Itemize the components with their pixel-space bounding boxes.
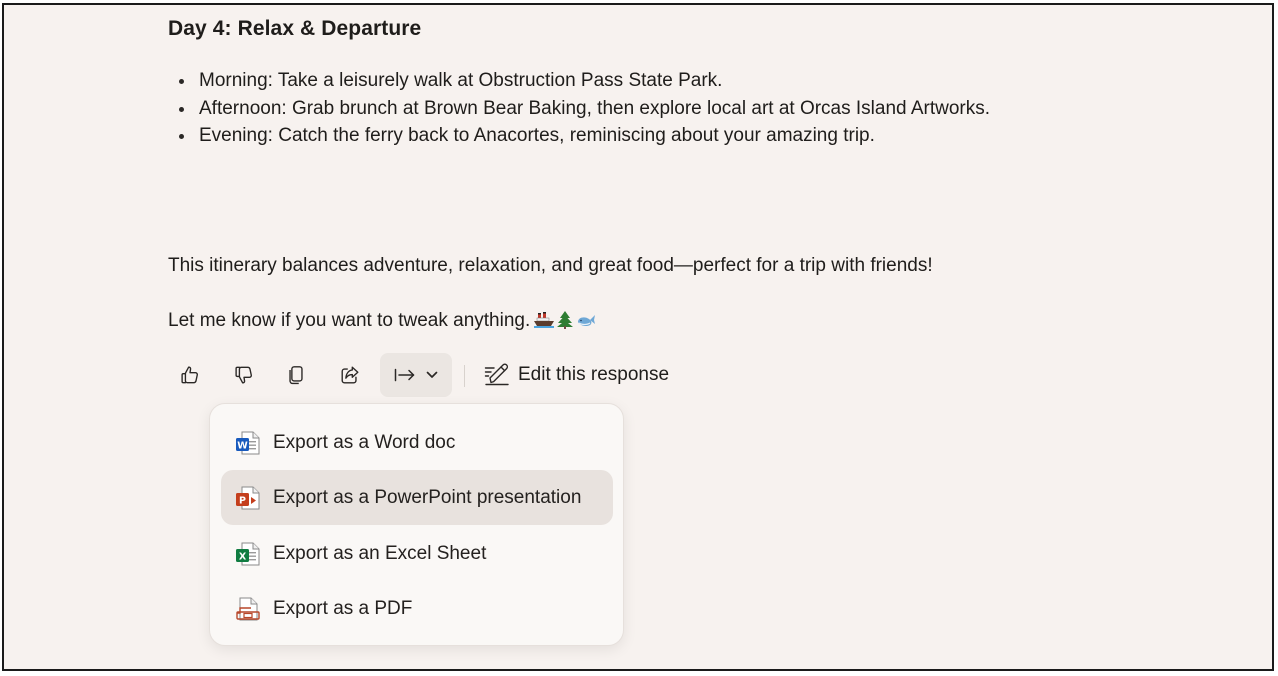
menu-item-export-pdf[interactable]: Export as a PDF [221, 581, 613, 636]
app-frame: Day 4: Relax & Departure Morning: Take a… [2, 3, 1274, 671]
response-toolbar: Edit this response [168, 351, 728, 397]
chevron-down-icon [426, 371, 438, 378]
thumbs-up-button[interactable] [168, 355, 212, 395]
svg-text:X: X [239, 551, 247, 562]
list-item-text: Afternoon: Grab brunch at Brown Bear Bak… [199, 97, 991, 119]
thumbs-down-icon [235, 366, 252, 384]
thumbs-down-button[interactable] [222, 355, 266, 395]
bullet-dot [179, 79, 184, 84]
edit-response-label: Edit this response [518, 364, 670, 385]
bullet-dot [179, 134, 184, 139]
menu-item-label: Export as a Word doc [273, 431, 456, 453]
toolbar-divider [464, 365, 465, 387]
emoji-group [534, 311, 596, 329]
export-dropdown-button[interactable] [380, 353, 452, 397]
export-menu: W Export as a Word doc P Export as a Pow… [209, 403, 624, 646]
itinerary-list: Morning: Take a leisurely walk at Obstru… [168, 67, 1028, 150]
list-item: Morning: Take a leisurely walk at Obstru… [168, 67, 1028, 95]
menu-item-label: Export as a PDF [273, 597, 413, 619]
menu-item-export-excel[interactable]: X Export as an Excel Sheet [221, 526, 613, 581]
closing-text: Let me know if you want to tweak anythin… [168, 310, 531, 331]
copy-button[interactable] [274, 355, 318, 395]
excel-sheet-icon: X [236, 542, 260, 565]
powerpoint-icon: P [236, 486, 260, 509]
menu-item-export-powerpoint[interactable]: P Export as a PowerPoint presentation [221, 470, 613, 525]
list-item-text: Evening: Catch the ferry back to Anacort… [199, 125, 875, 146]
list-item-text: Morning: Take a leisurely walk at Obstru… [199, 70, 723, 91]
share-button[interactable] [328, 355, 372, 395]
list-item: Afternoon: Grab brunch at Brown Bear Bak… [168, 95, 1028, 123]
edit-response-button[interactable]: Edit this response [484, 359, 669, 391]
thumbs-up-icon [181, 366, 198, 384]
list-item: Evening: Catch the ferry back to Anacort… [168, 122, 1028, 150]
whale-emoji [578, 315, 596, 327]
share-icon [341, 366, 359, 384]
menu-item-label: Export as a PowerPoint presentation [273, 486, 582, 508]
edit-pencil-icon [484, 363, 509, 386]
evergreen-tree-emoji [557, 311, 574, 329]
menu-item-export-word[interactable]: W Export as a Word doc [221, 415, 613, 470]
menu-item-label: Export as an Excel Sheet [273, 542, 487, 564]
summary-paragraph: This itinerary balances adventure, relax… [168, 255, 933, 276]
export-arrow-icon [394, 368, 415, 382]
word-doc-icon: W [236, 431, 260, 454]
svg-text:P: P [239, 495, 246, 506]
closing-paragraph: Let me know if you want to tweak anythin… [168, 310, 596, 332]
day-heading: Day 4: Relax & Departure [168, 17, 422, 40]
ship-emoji [534, 312, 555, 328]
bullet-dot [179, 106, 184, 112]
svg-text:W: W [237, 440, 248, 451]
pdf-icon [236, 597, 260, 620]
copy-icon [289, 366, 303, 385]
